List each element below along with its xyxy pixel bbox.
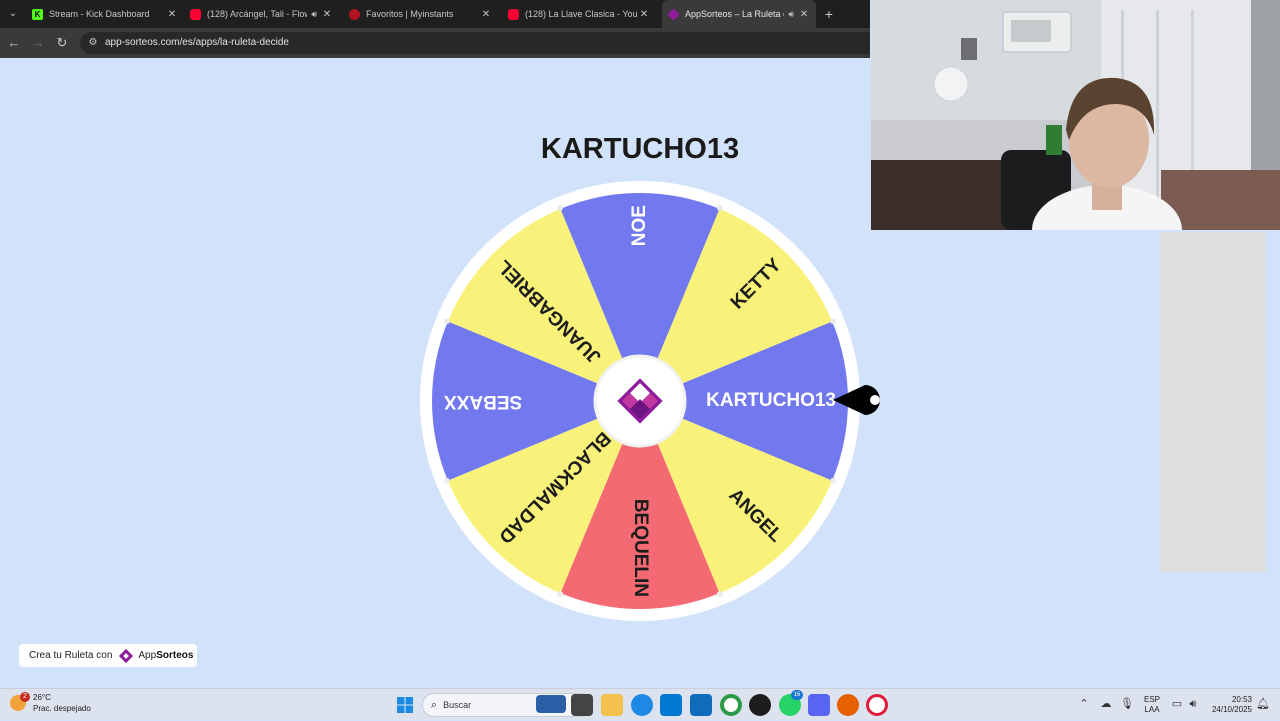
tab-youtube-llave[interactable]: (128) La Llave Clasica - YouTube ✕	[502, 0, 656, 28]
kick-icon: K	[32, 8, 43, 20]
speaker-icon[interactable]: 🔊︎	[788, 9, 794, 20]
wheel-segment-label: KARTUCHO13	[706, 390, 836, 411]
taskbar-search[interactable]: ⌕ Buscar	[422, 693, 592, 717]
winner-title: KARTUCHO13	[540, 133, 740, 165]
wheel-peg	[830, 318, 837, 325]
speaker-icon[interactable]: 🔊︎	[1186, 697, 1200, 711]
tab-title: AppSorteos – La Ruleta de	[685, 9, 785, 19]
search-icon: ⌕	[431, 698, 438, 711]
notification-badge: 2	[20, 692, 30, 702]
wheel-peg	[716, 591, 723, 598]
wheel-peg	[443, 477, 450, 484]
cloud-icon[interactable]: ☁	[1099, 697, 1113, 711]
lang-line1: ESP	[1144, 695, 1161, 704]
chrome-icon[interactable]	[720, 694, 742, 716]
close-icon[interactable]: ✕	[638, 9, 650, 20]
discord-icon[interactable]	[808, 694, 830, 716]
browser-toolbar: ← → ↻ ⚙ app-sorteos.com/es/apps/la-rulet…	[0, 28, 870, 58]
appsorteos-icon	[667, 7, 680, 21]
appsorteos-logo-icon	[119, 648, 134, 663]
tab-kick-dashboard[interactable]: K Stream - Kick Dashboard ✕	[26, 0, 184, 28]
tab-appsorteos[interactable]: AppSorteos – La Ruleta de 🔊︎ ✕	[662, 0, 816, 28]
whatsapp-icon[interactable]: 16	[779, 690, 803, 716]
windows-taskbar: 2 26°C Prac. despejado ⌕ Buscar 16 ⌃ ☁ 🎙…	[0, 688, 1280, 720]
clock-time: 20:53	[1231, 695, 1252, 704]
reload-button[interactable]: ↻	[53, 34, 71, 52]
wheel-peg	[830, 477, 837, 484]
brand-name: AppSorteos	[138, 650, 193, 661]
wheel-peg	[716, 204, 723, 211]
brand-app: App	[138, 650, 157, 661]
wheel-peg	[557, 204, 564, 211]
wheel-peg	[557, 591, 564, 598]
credit-text: Crea tu Ruleta con	[29, 650, 113, 661]
weather-sun-icon: 2	[10, 692, 30, 711]
forward-button[interactable]: →	[29, 34, 47, 52]
wheel-segment-label: NOE	[629, 205, 650, 246]
tab-myinstants[interactable]: Favoritos | Myinstants ✕	[343, 0, 498, 28]
wheel-segment-label: SEBAXX	[444, 391, 522, 412]
microphone-icon[interactable]: 🎙︎	[1120, 697, 1134, 711]
tab-search-button[interactable]: ⌄	[4, 5, 22, 23]
tab-title: Favoritos | Myinstants	[366, 9, 454, 19]
webcam-overlay	[871, 0, 1280, 230]
url-text: app-sorteos.com/es/apps/la-ruleta-decide	[105, 37, 289, 48]
address-bar[interactable]: ⚙ app-sorteos.com/es/apps/la-ruleta-deci…	[80, 32, 870, 54]
youtube-icon	[190, 8, 201, 20]
lang-line2: LAA	[1144, 705, 1160, 714]
chevron-up-icon[interactable]: ⌃	[1077, 697, 1091, 711]
myinstants-icon	[349, 8, 360, 20]
close-icon[interactable]: ✕	[321, 9, 333, 20]
youtube-icon	[508, 8, 519, 20]
weather-desc: Prac. despejado	[33, 704, 91, 713]
wheel-peg	[443, 318, 450, 325]
wheel-segment-label: BEQUELIN	[630, 499, 651, 597]
notification-badge: 16	[791, 690, 803, 700]
start-button[interactable]	[394, 694, 416, 716]
tab-youtube-arcangel[interactable]: (128) Arcángel, Tali - Flow C 🔊︎ ✕	[184, 0, 339, 28]
firefox-icon[interactable]	[837, 694, 859, 716]
tab-title: (128) La Llave Clasica - YouTube	[525, 9, 638, 19]
weather-temp: 26°C	[33, 693, 51, 702]
outlook-icon[interactable]	[690, 694, 712, 716]
brand-sorteos: Sorteos	[156, 650, 194, 661]
store-icon[interactable]	[660, 694, 682, 716]
speaker-icon[interactable]: 🔊︎	[311, 9, 317, 20]
side-panel	[1160, 232, 1266, 572]
clock[interactable]: 20:53 24/10/2025	[1206, 689, 1252, 721]
tab-title: (128) Arcángel, Tali - Flow C	[207, 9, 307, 19]
search-highlight-icon	[536, 695, 566, 713]
file-explorer-icon[interactable]	[601, 694, 623, 716]
opera-icon[interactable]	[866, 694, 888, 716]
weather-widget[interactable]: 2 26°C Prac. despejado	[10, 692, 91, 714]
back-button[interactable]: ←	[5, 34, 23, 52]
site-info-icon[interactable]: ⚙	[86, 36, 100, 50]
create-roulette-link[interactable]: Crea tu Ruleta con AppSorteos	[19, 644, 197, 667]
tab-title: Stream - Kick Dashboard	[49, 9, 150, 19]
language-indicator[interactable]: ESP LAA	[1144, 689, 1160, 721]
wheel-group: KARTUCHO13ANGELBEQUELINBLACKMALDADSEBAXX…	[420, 181, 860, 621]
new-tab-button[interactable]: +	[820, 4, 838, 24]
notification-bell-icon[interactable]: 🔔︎	[1256, 697, 1270, 711]
task-view-icon[interactable]	[571, 694, 593, 716]
clock-date: 24/10/2025	[1211, 705, 1252, 714]
obs-icon[interactable]	[749, 694, 771, 716]
close-icon[interactable]: ✕	[798, 9, 810, 20]
close-icon[interactable]: ✕	[166, 9, 178, 20]
roulette-wheel[interactable]: KARTUCHO13ANGELBEQUELINBLACKMALDADSEBAXX…	[419, 180, 899, 640]
close-icon[interactable]: ✕	[480, 9, 492, 20]
edge-icon[interactable]	[631, 694, 653, 716]
search-placeholder: Buscar	[443, 700, 472, 710]
display-icon[interactable]: ▭	[1170, 697, 1184, 711]
browser-tab-strip: ⌄ K Stream - Kick Dashboard ✕ (128) Arcá…	[0, 0, 870, 28]
